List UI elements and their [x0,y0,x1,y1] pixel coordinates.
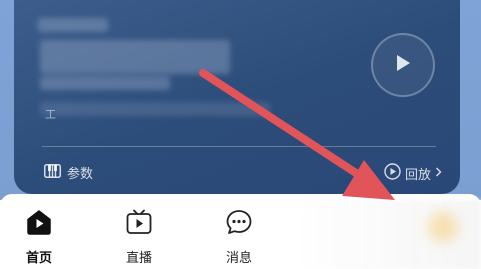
chevron-right-icon [435,166,442,181]
media-card[interactable]: 工 参数 回放 [14,0,460,194]
play-button[interactable] [371,33,435,97]
params-label: 参数 [67,167,94,182]
replay-label: 回放 [404,168,431,183]
tab-live[interactable]: 直播 [109,208,169,266]
tab-live-label: 直播 [125,251,152,266]
play-icon [395,54,411,76]
params-button[interactable]: 参数 [44,163,93,182]
home-icon [25,208,53,240]
tab-home-label: 首页 [25,251,52,266]
piano-icon [44,163,61,182]
blurred-tab-icon [428,212,458,242]
tab-messages[interactable]: 消息 [209,208,269,266]
redacted-title-line-3 [40,76,170,90]
replay-icon [384,163,401,184]
tab-messages-label: 消息 [225,251,252,266]
card-divider [42,146,436,147]
tab-home[interactable]: 首页 [9,208,69,266]
redacted-subtitle [40,102,270,116]
redacted-title-line-2 [40,40,230,74]
redacted-char: 工 [45,108,56,121]
tv-icon [125,208,153,240]
redacted-title-line-1 [38,18,108,32]
message-icon [225,208,253,240]
replay-button[interactable]: 回放 [384,163,442,184]
